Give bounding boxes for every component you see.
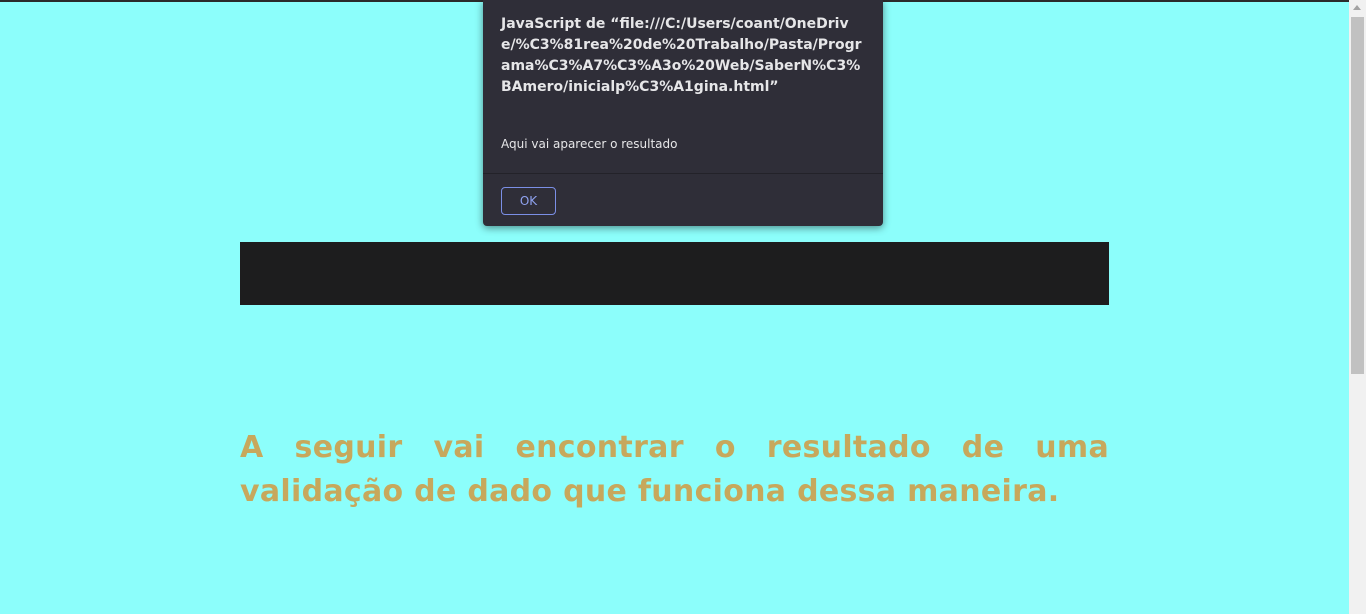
dialog-title: JavaScript de “file:///C:/Users/coant/On…: [501, 16, 862, 95]
dialog-divider: [483, 173, 883, 174]
header-bar: [240, 242, 1109, 305]
vertical-scrollbar[interactable]: [1349, 0, 1366, 614]
intro-text: A seguir vai encontrar o resultado de um…: [240, 430, 1109, 509]
dialog-message: Aqui vai aparecer o resultado: [501, 137, 678, 151]
scroll-up-arrow-icon[interactable]: [1353, 5, 1361, 10]
ok-button[interactable]: OK: [501, 187, 556, 215]
scrollbar-thumb[interactable]: [1351, 17, 1364, 374]
alert-dialog: JavaScript de “file:///C:/Users/coant/On…: [483, 0, 883, 226]
